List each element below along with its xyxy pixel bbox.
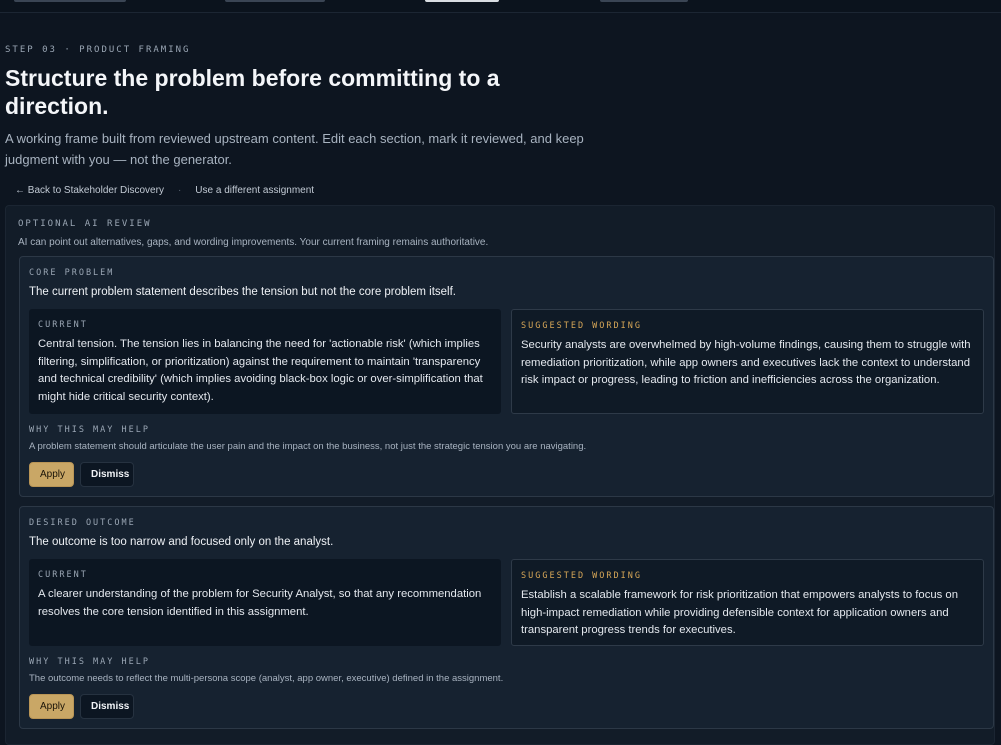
- current-text-box: CURRENT A clearer understanding of the p…: [29, 559, 501, 646]
- page-subtitle: A working frame built from reviewed upst…: [5, 131, 584, 167]
- current-text: A clearer understanding of the problem f…: [38, 588, 482, 618]
- section-eyebrow: CORE PROBLEM: [29, 268, 115, 278]
- ai-review-eyebrow: OPTIONAL AI REVIEW: [18, 219, 152, 229]
- step-tab[interactable]: [14, 0, 126, 2]
- why-text: A problem statement should articulate th…: [29, 441, 587, 452]
- suggestion-summary: The current problem statement describes …: [29, 286, 456, 298]
- ai-review-header: OPTIONAL AI REVIEW AI can point out alte…: [18, 218, 488, 250]
- current-label: CURRENT: [38, 570, 88, 580]
- different-assignment-link[interactable]: Use a different assignment: [195, 184, 314, 198]
- suggested-wording-box: SUGGESTED WORDING Security analysts are …: [511, 309, 984, 414]
- suggestion-card-desired-outcome: DESIRED OUTCOME The outcome is too narro…: [19, 506, 994, 729]
- page-title: Structure the problem before committing …: [5, 65, 500, 119]
- dismiss-button[interactable]: Dismiss: [80, 462, 134, 487]
- ai-review-description: AI can point out alternatives, gaps, and…: [18, 237, 489, 248]
- current-text-box: CURRENT Central tension. The tension lie…: [29, 309, 501, 414]
- step-eyebrow: STEP 03 · PRODUCT FRAMING: [5, 45, 191, 55]
- why-label: WHY THIS MAY HELP: [29, 425, 150, 435]
- apply-button[interactable]: Apply: [29, 462, 74, 487]
- dismiss-button[interactable]: Dismiss: [80, 694, 134, 719]
- suggested-label: SUGGESTED WORDING: [521, 571, 642, 581]
- step-tab[interactable]: [225, 0, 325, 2]
- suggestion-summary: The outcome is too narrow and focused on…: [29, 536, 334, 548]
- suggestion-actions: Apply Dismiss: [29, 694, 134, 719]
- navigation-links: ← Back to Stakeholder Discovery · Use a …: [15, 184, 995, 198]
- suggestion-actions: Apply Dismiss: [29, 462, 134, 487]
- ai-review-panel: OPTIONAL AI REVIEW AI can point out alte…: [5, 205, 995, 745]
- why-section: WHY THIS MAY HELP The outcome needs to r…: [29, 656, 503, 685]
- suggestion-header: CORE PROBLEM The current problem stateme…: [29, 267, 456, 300]
- page-header: STEP 03 · PRODUCT FRAMING Structure the …: [5, 44, 995, 198]
- back-link[interactable]: ← Back to Stakeholder Discovery: [15, 184, 164, 198]
- link-separator: ·: [177, 185, 182, 196]
- section-eyebrow: DESIRED OUTCOME: [29, 518, 136, 528]
- current-text: Central tension. The tension lies in bal…: [38, 338, 483, 403]
- suggestion-header: DESIRED OUTCOME The outcome is too narro…: [29, 517, 333, 550]
- suggestion-card-core-problem: CORE PROBLEM The current problem stateme…: [19, 256, 994, 497]
- why-text: The outcome needs to reflect the multi-p…: [29, 673, 504, 684]
- step-tab[interactable]: [600, 0, 688, 2]
- why-section: WHY THIS MAY HELP A problem statement sh…: [29, 424, 586, 453]
- suggested-wording-box: SUGGESTED WORDING Establish a scalable f…: [511, 559, 984, 646]
- suggested-text: Establish a scalable framework for risk …: [521, 589, 958, 637]
- current-label: CURRENT: [38, 320, 88, 330]
- step-tab-active[interactable]: [425, 0, 499, 2]
- suggested-label: SUGGESTED WORDING: [521, 321, 642, 331]
- apply-button[interactable]: Apply: [29, 694, 74, 719]
- suggested-text: Security analysts are overwhelmed by hig…: [521, 339, 971, 387]
- step-navigation: [0, 0, 1001, 13]
- why-label: WHY THIS MAY HELP: [29, 657, 150, 667]
